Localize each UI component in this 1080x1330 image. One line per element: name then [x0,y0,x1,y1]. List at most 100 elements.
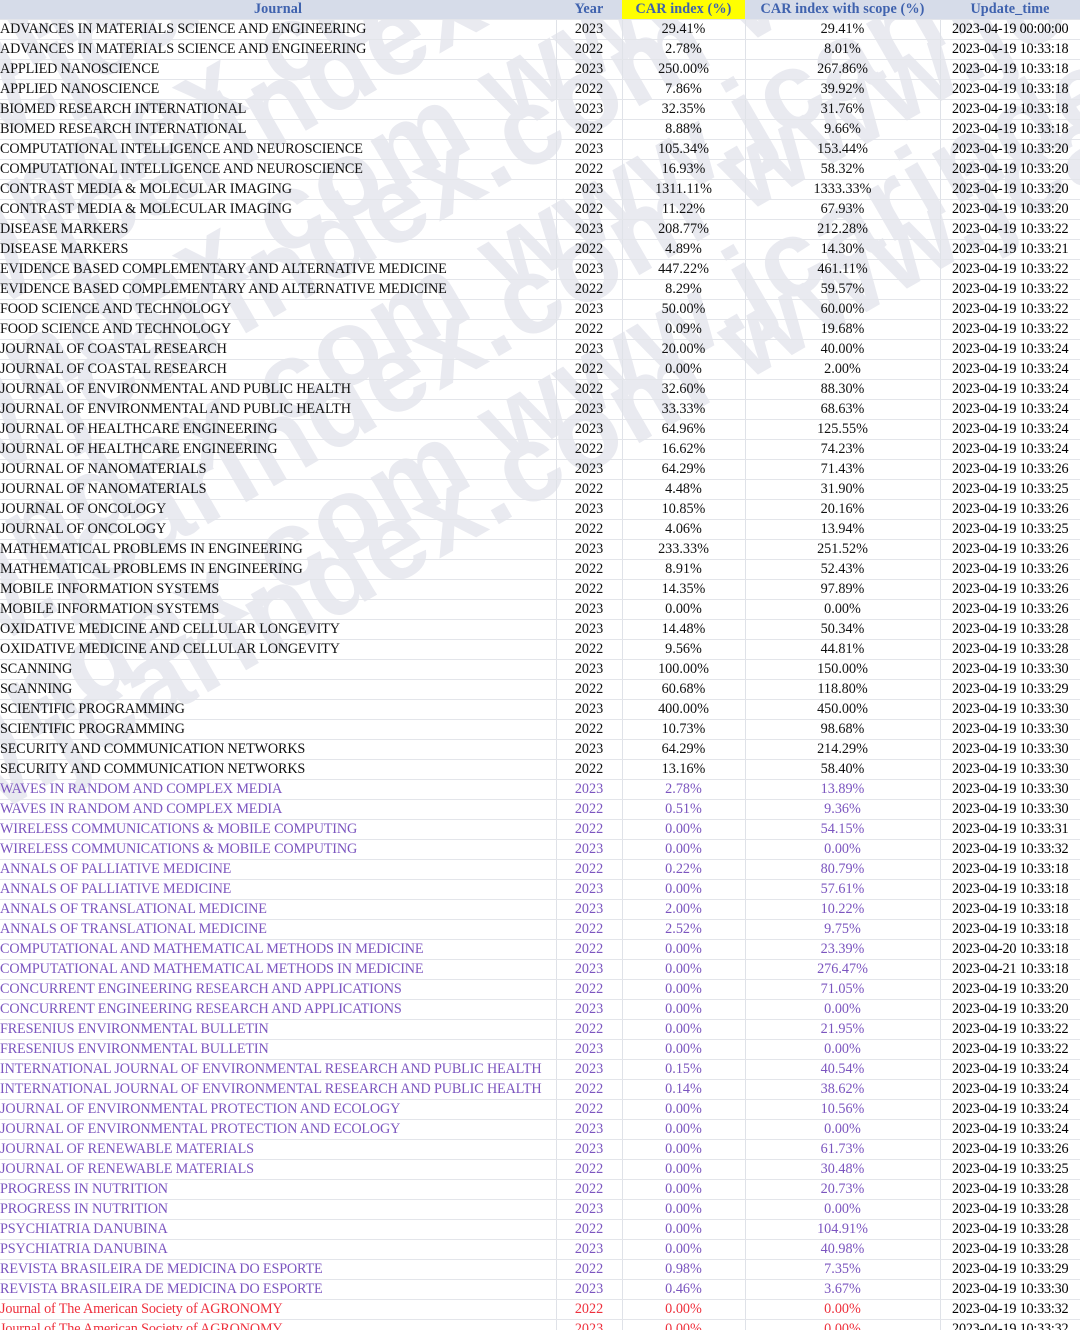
cell-car-index[interactable]: 16.62% [622,439,746,460]
table-row[interactable]: MATHEMATICAL PROBLEMS IN ENGINEERING 2022… [0,559,1080,580]
cell-car-index[interactable]: 0.00% [622,939,746,960]
cell-car-index-with-scope[interactable]: 13.89% [745,779,941,800]
cell-journal[interactable]: FOOD SCIENCE AND TECHNOLOGY [0,319,557,340]
table-row[interactable]: SECURITY AND COMMUNICATION NETWORKS 2022 1… [0,759,1080,780]
table-row[interactable]: OXIDATIVE MEDICINE AND CELLULAR LONGEVIT… [0,619,1080,640]
cell-journal[interactable]: COMPUTATIONAL INTELLIGENCE AND NEUROSCIE… [0,139,557,160]
cell-car-index-with-scope[interactable]: 58.32% [745,159,941,180]
cell-car-index[interactable]: 0.00% [622,879,746,900]
cell-car-index[interactable]: 0.51% [622,799,746,820]
cell-car-index-with-scope[interactable]: 214.29% [745,739,941,760]
cell-year[interactable]: 2022 [556,79,623,100]
cell-journal[interactable]: SCIENTIFIC PROGRAMMING [0,699,557,720]
table-row[interactable]: MATHEMATICAL PROBLEMS IN ENGINEERING 2023… [0,539,1080,560]
cell-year[interactable]: 2023 [556,179,623,200]
table-row[interactable]: JOURNAL OF COASTAL RESEARCH 2023 20.00% 40.… [0,339,1080,360]
cell-year[interactable]: 2022 [556,919,623,940]
cell-year[interactable]: 2022 [556,859,623,880]
cell-car-index[interactable]: 2.52% [622,919,746,940]
cell-car-index-with-scope[interactable]: 68.63% [745,399,941,420]
cell-car-index-with-scope[interactable]: 71.43% [745,459,941,480]
cell-car-index-with-scope[interactable]: 29.41% [745,19,941,40]
cell-car-index[interactable]: 14.35% [622,579,746,600]
cell-car-index-with-scope[interactable]: 59.57% [745,279,941,300]
cell-journal[interactable]: WIRELESS COMMUNICATIONS & MOBILE COMPUTI… [0,819,557,840]
cell-update-time[interactable]: 2023-04-19 10:33:18 [940,119,1080,140]
cell-update-time[interactable]: 2023-04-19 10:33:18 [940,79,1080,100]
cell-car-index[interactable]: 13.16% [622,759,746,780]
cell-car-index-with-scope[interactable]: 0.00% [745,999,941,1020]
cell-journal[interactable]: SCANNING [0,659,557,680]
cell-update-time[interactable]: 2023-04-19 10:33:30 [940,799,1080,820]
column-header-car-index-with-scope[interactable]: CAR index with scope (%) [745,0,940,20]
cell-year[interactable]: 2022 [556,39,623,60]
cell-update-time[interactable]: 2023-04-19 10:33:28 [940,1239,1080,1260]
cell-car-index-with-scope[interactable]: 23.39% [745,939,941,960]
cell-car-index[interactable]: 0.00% [622,1119,746,1140]
cell-journal[interactable]: CONTRAST MEDIA & MOLECULAR IMAGING [0,179,557,200]
table-row[interactable]: SCIENTIFIC PROGRAMMING 2023 400.00% 450.00%… [0,699,1080,720]
cell-journal[interactable]: FRESENIUS ENVIRONMENTAL BULLETIN [0,1019,557,1040]
cell-car-index[interactable]: 447.22% [622,259,746,280]
cell-year[interactable]: 2023 [556,779,623,800]
cell-update-time[interactable]: 2023-04-19 10:33:22 [940,219,1080,240]
cell-car-index-with-scope[interactable]: 0.00% [745,1039,941,1060]
cell-year[interactable]: 2023 [556,959,623,980]
cell-car-index[interactable]: 1311.11% [622,179,746,200]
cell-car-index-with-scope[interactable]: 44.81% [745,639,941,660]
table-row[interactable]: DISEASE MARKERS 2022 4.89% 14.30% 2023-04-19… [0,239,1080,260]
cell-car-index-with-scope[interactable]: 40.54% [745,1059,941,1080]
cell-car-index[interactable]: 33.33% [622,399,746,420]
cell-journal[interactable]: OXIDATIVE MEDICINE AND CELLULAR LONGEVIT… [0,639,557,660]
cell-car-index[interactable]: 0.22% [622,859,746,880]
table-row[interactable]: INTERNATIONAL JOURNAL OF ENVIRONMENTAL R… [0,1059,1080,1080]
table-row[interactable]: REVISTA BRASILEIRA DE MEDICINA DO ESPORT… [0,1259,1080,1280]
table-row[interactable]: CONCURRENT ENGINEERING RESEARCH AND APPL… [0,979,1080,1000]
cell-year[interactable]: 2022 [556,239,623,260]
cell-journal[interactable]: REVISTA BRASILEIRA DE MEDICINA DO ESPORT… [0,1279,557,1300]
cell-year[interactable]: 2022 [556,759,623,780]
cell-update-time[interactable]: 2023-04-19 10:33:26 [940,499,1080,520]
table-row[interactable]: INTERNATIONAL JOURNAL OF ENVIRONMENTAL R… [0,1079,1080,1100]
cell-car-index[interactable]: 50.00% [622,299,746,320]
cell-year[interactable]: 2023 [556,539,623,560]
cell-car-index[interactable]: 4.06% [622,519,746,540]
cell-journal[interactable]: JOURNAL OF ENVIRONMENTAL PROTECTION AND … [0,1099,557,1120]
cell-car-index-with-scope[interactable]: 13.94% [745,519,941,540]
cell-update-time[interactable]: 2023-04-20 10:33:18 [940,939,1080,960]
cell-year[interactable]: 2023 [556,459,623,480]
table-row[interactable]: JOURNAL OF ONCOLOGY 2023 10.85% 20.16% 2023-… [0,499,1080,520]
cell-journal[interactable]: PROGRESS IN NUTRITION [0,1199,557,1220]
cell-car-index-with-scope[interactable]: 40.98% [745,1239,941,1260]
table-row[interactable]: JOURNAL OF HEALTHCARE ENGINEERING 2022 16.… [0,439,1080,460]
cell-update-time[interactable]: 2023-04-19 10:33:28 [940,1219,1080,1240]
cell-car-index-with-scope[interactable]: 20.73% [745,1179,941,1200]
cell-update-time[interactable]: 2023-04-19 10:33:30 [940,779,1080,800]
table-row[interactable]: BIOMED RESEARCH INTERNATIONAL 2023 32.35% 3… [0,99,1080,120]
cell-update-time[interactable]: 2023-04-19 10:33:24 [940,359,1080,380]
cell-update-time[interactable]: 2023-04-19 10:33:24 [940,1059,1080,1080]
cell-car-index[interactable]: 7.86% [622,79,746,100]
table-row[interactable]: CONTRAST MEDIA & MOLECULAR IMAGING 2022 11… [0,199,1080,220]
cell-car-index-with-scope[interactable]: 125.55% [745,419,941,440]
cell-update-time[interactable]: 2023-04-19 10:33:24 [940,439,1080,460]
cell-year[interactable]: 2023 [556,619,623,640]
cell-car-index-with-scope[interactable]: 10.56% [745,1099,941,1120]
cell-update-time[interactable]: 2023-04-19 10:33:18 [940,859,1080,880]
cell-journal[interactable]: JOURNAL OF ENVIRONMENTAL PROTECTION AND … [0,1119,557,1140]
table-row[interactable]: PROGRESS IN NUTRITION 2023 0.00% 0.00% 2023-… [0,1199,1080,1220]
cell-car-index-with-scope[interactable]: 19.68% [745,319,941,340]
cell-car-index-with-scope[interactable]: 8.01% [745,39,941,60]
cell-update-time[interactable]: 2023-04-19 10:33:20 [940,199,1080,220]
cell-update-time[interactable]: 2023-04-19 10:33:20 [940,159,1080,180]
cell-journal[interactable]: PROGRESS IN NUTRITION [0,1179,557,1200]
cell-update-time[interactable]: 2023-04-19 10:33:24 [940,379,1080,400]
cell-year[interactable]: 2023 [556,899,623,920]
cell-year[interactable]: 2022 [556,359,623,380]
cell-car-index[interactable]: 0.00% [622,1179,746,1200]
table-row[interactable]: SCIENTIFIC PROGRAMMING 2022 10.73% 98.68% 20… [0,719,1080,740]
cell-car-index[interactable]: 0.00% [622,1019,746,1040]
cell-car-index-with-scope[interactable]: 57.61% [745,879,941,900]
cell-car-index[interactable]: 11.22% [622,199,746,220]
cell-car-index[interactable]: 0.00% [622,599,746,620]
